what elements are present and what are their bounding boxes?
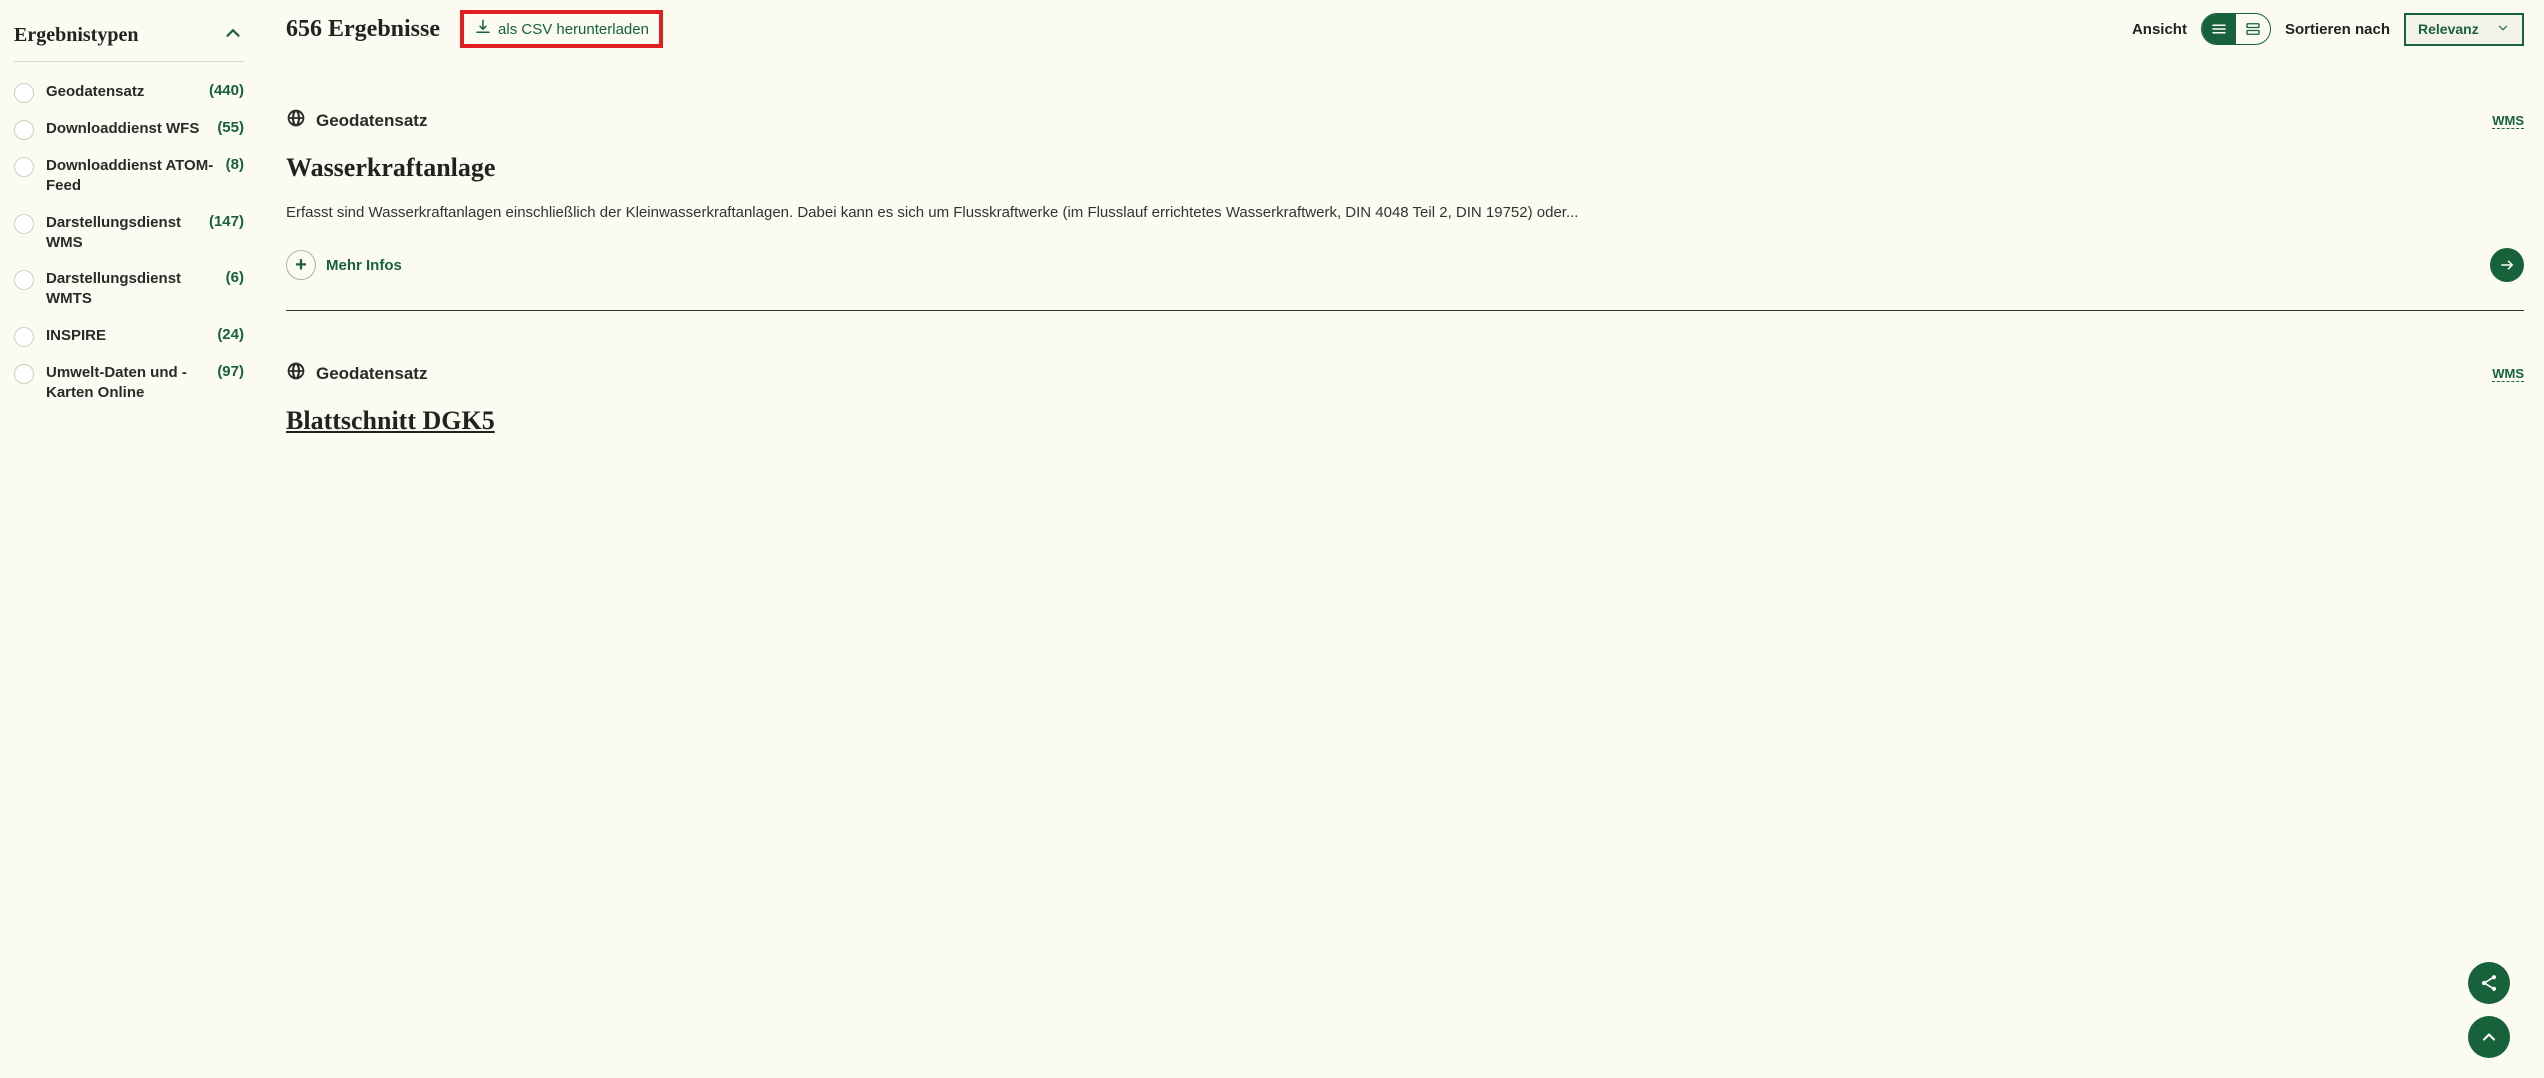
radio-icon [14,83,34,103]
radio-icon [14,364,34,384]
view-grid-button[interactable] [2236,14,2270,44]
facet-label: Darstellungsdienst WMS [46,213,201,254]
wms-badge[interactable]: WMS [2492,366,2524,382]
facet-item-wfs[interactable]: Downloaddienst WFS (55) [14,119,244,140]
result-description: Erfasst sind Wasserkraftanlagen einschli… [286,201,2524,224]
sort-select[interactable]: Relevanz [2404,13,2524,46]
result-item: Geodatensatz WMS Blattschnitt DGK5 [286,361,2524,482]
facet-count: (55) [217,119,244,136]
more-info-label: Mehr Infos [326,257,402,274]
sort-label: Sortieren nach [2285,21,2390,38]
download-icon [474,18,492,40]
facet-count: (147) [209,213,244,230]
globe-icon [286,361,306,386]
facet-label: Downloaddienst WFS [46,119,199,139]
filter-sidebar: Ergebnistypen Geodatensatz (440) Downloa… [14,10,244,532]
results-main: 656 Ergebnisse als CSV herunterladen Ans… [286,10,2524,532]
results-count: 656 Ergebnisse [286,16,440,43]
sort-value: Relevanz [2418,21,2479,37]
radio-icon [14,327,34,347]
facet-item-atom[interactable]: Downloaddienst ATOM-Feed (8) [14,156,244,197]
radio-icon [14,120,34,140]
facet-count: (8) [226,156,244,173]
facet-item-inspire[interactable]: INSPIRE (24) [14,326,244,347]
chevron-up-icon [222,22,244,49]
result-title[interactable]: Wasserkraftanlage [286,153,2524,183]
csv-download-link[interactable]: als CSV herunterladen [460,10,663,48]
facet-count: (440) [209,82,244,99]
facet-header[interactable]: Ergebnistypen [14,22,244,62]
facet-item-umwelt[interactable]: Umwelt-Daten und -Karten Online (97) [14,363,244,404]
open-result-button[interactable] [2490,248,2524,282]
view-label: Ansicht [2132,21,2187,38]
result-title[interactable]: Blattschnitt DGK5 [286,406,2524,436]
facet-item-geodatensatz[interactable]: Geodatensatz (440) [14,82,244,103]
result-item: Geodatensatz WMS Wasserkraftanlage Erfas… [286,108,2524,311]
facet-item-wmts[interactable]: Darstellungsdienst WMTS (6) [14,269,244,310]
radio-icon [14,157,34,177]
facet-count: (6) [226,269,244,286]
facet-label: Geodatensatz [46,82,144,102]
facet-item-wms[interactable]: Darstellungsdienst WMS (147) [14,213,244,254]
view-toggle [2201,13,2271,45]
results-header: 656 Ergebnisse als CSV herunterladen Ans… [286,10,2524,48]
wms-badge[interactable]: WMS [2492,113,2524,129]
facet-title: Ergebnistypen [14,24,138,47]
globe-icon [286,108,306,133]
plus-icon: + [286,250,316,280]
facet-list: Geodatensatz (440) Downloaddienst WFS (5… [14,82,244,403]
facet-count: (24) [217,326,244,343]
chevron-down-icon [2496,21,2510,38]
more-info-button[interactable]: + Mehr Infos [286,250,402,280]
share-button[interactable] [2468,962,2510,1004]
facet-label: Darstellungsdienst WMTS [46,269,218,310]
radio-icon [14,270,34,290]
radio-icon [14,214,34,234]
floating-buttons [2468,962,2510,1058]
view-list-button[interactable] [2202,14,2236,44]
scroll-top-button[interactable] [2468,1016,2510,1058]
csv-download-text: als CSV herunterladen [498,21,649,38]
result-type: Geodatensatz [316,111,427,131]
facet-count: (97) [217,363,244,380]
facet-label: Umwelt-Daten und -Karten Online [46,363,209,404]
facet-label: INSPIRE [46,326,106,346]
result-type: Geodatensatz [316,364,427,384]
facet-label: Downloaddienst ATOM-Feed [46,156,218,197]
